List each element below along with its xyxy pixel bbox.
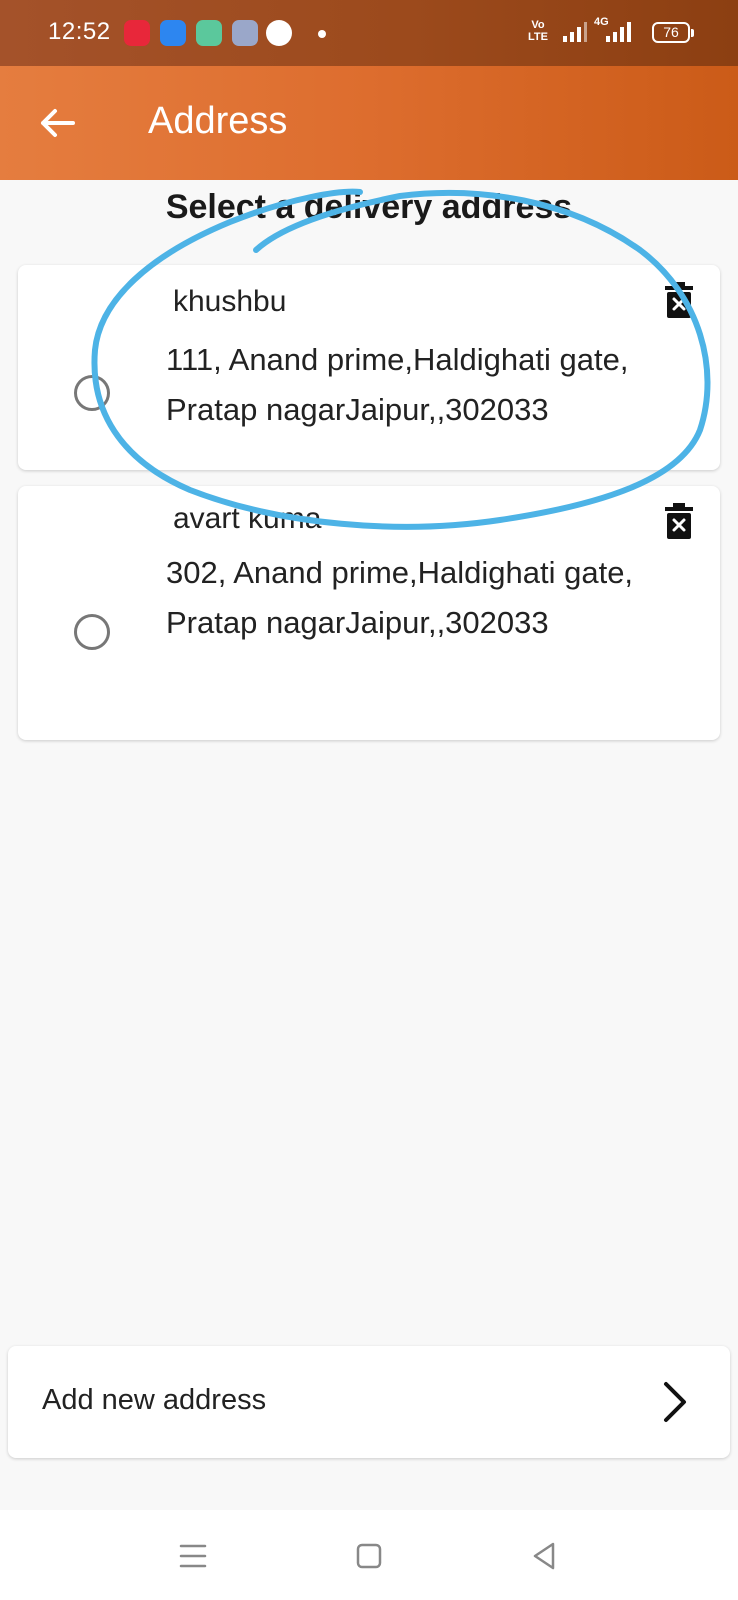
signal-icon <box>563 22 587 42</box>
app-red-icon <box>124 20 150 46</box>
status-bar: 12:52 Vo LTE 4G 76 <box>0 0 738 66</box>
section-heading: Select a delivery address <box>165 188 573 226</box>
address-text: 111, Anand prime,Haldighati gate, Pratap… <box>166 342 629 427</box>
volte-icon: Vo LTE <box>528 19 548 43</box>
arrow-left-icon <box>41 109 75 137</box>
home-square-icon[interactable] <box>351 1538 387 1574</box>
address-name: khushbu <box>173 285 287 318</box>
address-text: 302, Anand prime,Haldighati gate, Pratap… <box>166 555 634 640</box>
signal-4g-icon <box>606 22 631 42</box>
app-bar: Address <box>0 66 738 180</box>
delete-forever-icon[interactable] <box>664 281 694 319</box>
chevron-right-icon <box>664 1382 686 1422</box>
page-title: Address <box>148 100 288 142</box>
delete-forever-icon[interactable] <box>664 502 694 540</box>
address-card[interactable]: avart kuma 302, Anand prime,Haldighati g… <box>18 486 720 740</box>
add-address-button[interactable]: Add new address <box>8 1346 730 1458</box>
address-name: avart kuma <box>173 502 322 535</box>
back-triangle-icon[interactable] <box>527 1538 563 1574</box>
settings-icon <box>232 20 258 46</box>
status-time: 12:52 <box>48 18 111 45</box>
app-blue-icon <box>160 20 186 46</box>
address-radio[interactable] <box>74 375 110 411</box>
menu-icon[interactable] <box>175 1538 211 1574</box>
notification-dot-icon <box>318 30 326 38</box>
phone-icon <box>266 20 292 46</box>
app-green-icon <box>196 20 222 46</box>
navigation-bar <box>0 1510 738 1600</box>
add-address-label: Add new address <box>42 1384 267 1416</box>
address-radio[interactable] <box>74 614 110 650</box>
battery-icon: 76 <box>652 22 694 43</box>
address-card[interactable]: khushbu 111, Anand prime,Haldighati gate… <box>18 265 720 470</box>
back-button[interactable] <box>30 96 84 150</box>
